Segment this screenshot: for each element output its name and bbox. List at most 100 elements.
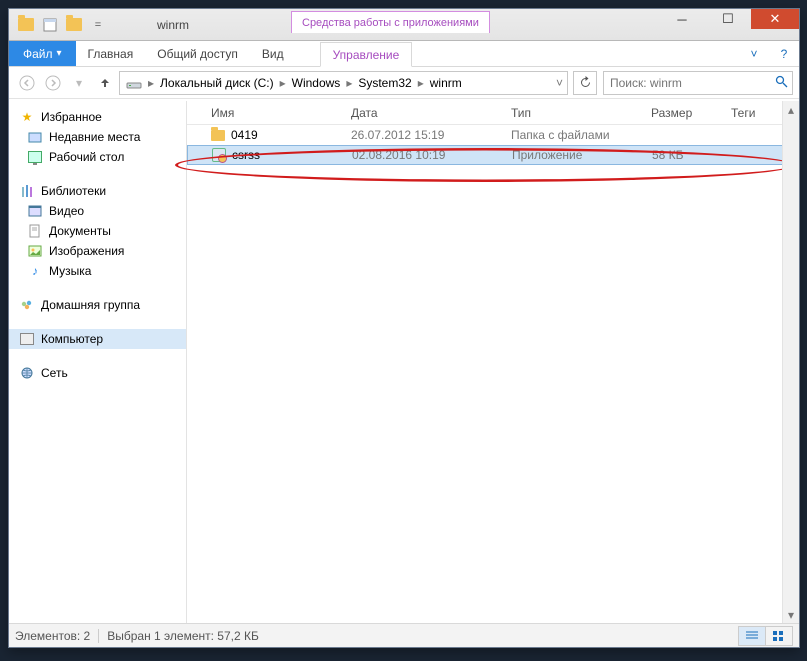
navigation-row: ▾ ▸ Локальный диск (C:) ▸ Windows ▸ Syst… bbox=[9, 67, 799, 99]
quick-access-toolbar: = bbox=[15, 14, 109, 36]
address-dropdown-icon[interactable]: ˅ bbox=[556, 76, 567, 90]
ribbon-expand-icon[interactable]: ˅ bbox=[739, 41, 769, 66]
qat-folder-icon[interactable] bbox=[15, 14, 37, 36]
forward-button[interactable] bbox=[41, 71, 65, 95]
file-row-selected[interactable]: csrss 02.08.2016 10:19 Приложение 58 КБ bbox=[187, 145, 799, 165]
file-type: Приложение bbox=[512, 148, 652, 162]
refresh-button[interactable] bbox=[573, 71, 597, 95]
sidebar-item-label: Изображения bbox=[49, 244, 124, 258]
sidebar-homegroup[interactable]: Домашняя группа bbox=[9, 295, 186, 315]
maximize-button[interactable]: ☐ bbox=[705, 9, 751, 29]
tab-home[interactable]: Главная bbox=[76, 41, 146, 66]
col-type[interactable]: Тип bbox=[511, 106, 651, 120]
file-date: 02.08.2016 10:19 bbox=[352, 148, 512, 162]
file-tab-label: Файл bbox=[23, 47, 53, 61]
sidebar-item-label: Видео bbox=[49, 204, 84, 218]
drive-icon bbox=[122, 72, 146, 94]
breadcrumb-segment[interactable]: System32 bbox=[354, 72, 415, 94]
status-bar: Элементов: 2 Выбран 1 элемент: 57,2 КБ bbox=[9, 623, 799, 647]
file-size: 58 КБ bbox=[652, 148, 732, 162]
homegroup-icon bbox=[19, 298, 35, 312]
breadcrumb-segment[interactable]: winrm bbox=[426, 72, 466, 94]
chevron-right-icon: ▸ bbox=[278, 76, 288, 90]
explorer-window: = winrm Средства работы с приложениями ─… bbox=[8, 8, 800, 648]
chevron-right-icon: ▸ bbox=[344, 76, 354, 90]
sidebar-label: Компьютер bbox=[41, 332, 103, 346]
chevron-right-icon: ▸ bbox=[416, 76, 426, 90]
qat-dropdown-icon[interactable]: = bbox=[87, 14, 109, 36]
view-icons-button[interactable] bbox=[765, 626, 793, 646]
qat-properties-icon[interactable] bbox=[39, 14, 61, 36]
sidebar-favorites-header[interactable]: ★ Избранное bbox=[9, 107, 186, 127]
col-date[interactable]: Дата bbox=[351, 106, 511, 120]
vertical-scrollbar[interactable]: ▴ ▾ bbox=[782, 101, 799, 623]
libraries-icon bbox=[19, 184, 35, 198]
pictures-icon bbox=[27, 244, 43, 258]
up-button[interactable] bbox=[93, 71, 117, 95]
file-row[interactable]: 0419 26.07.2012 15:19 Папка с файлами bbox=[187, 125, 799, 145]
file-type: Папка с файлами bbox=[511, 128, 651, 142]
video-icon bbox=[27, 204, 43, 218]
sidebar-item-label: Недавние места bbox=[49, 130, 140, 144]
file-rows: 0419 26.07.2012 15:19 Папка с файлами cs… bbox=[187, 125, 799, 165]
minimize-button[interactable]: ─ bbox=[659, 9, 705, 29]
file-name: csrss bbox=[232, 148, 260, 162]
titlebar: = winrm Средства работы с приложениями ─… bbox=[9, 9, 799, 41]
search-icon[interactable] bbox=[775, 75, 788, 91]
file-name: 0419 bbox=[231, 128, 258, 142]
tab-view[interactable]: Вид bbox=[250, 41, 296, 66]
sidebar-network[interactable]: Сеть bbox=[9, 363, 186, 383]
documents-icon bbox=[27, 224, 43, 238]
search-box[interactable] bbox=[603, 71, 793, 95]
status-count-label: Элементов: bbox=[15, 629, 80, 643]
star-icon: ★ bbox=[19, 110, 35, 124]
scroll-up-icon[interactable]: ▴ bbox=[783, 101, 799, 118]
sidebar-item-label: Рабочий стол bbox=[49, 150, 124, 164]
close-button[interactable]: ✕ bbox=[751, 9, 799, 29]
column-headers: Имя Дата Тип Размер Теги bbox=[187, 101, 799, 125]
sidebar-item-label: Музыка bbox=[49, 264, 91, 278]
scroll-down-icon[interactable]: ▾ bbox=[783, 606, 799, 623]
application-icon bbox=[212, 148, 226, 162]
desktop-icon bbox=[27, 150, 43, 164]
chevron-right-icon: ▸ bbox=[146, 76, 156, 90]
sidebar-item-pictures[interactable]: Изображения bbox=[9, 241, 186, 261]
back-button[interactable] bbox=[15, 71, 39, 95]
music-icon: ♪ bbox=[27, 264, 43, 278]
col-name[interactable]: Имя bbox=[211, 106, 351, 120]
status-divider bbox=[98, 629, 99, 643]
sidebar-label: Избранное bbox=[41, 110, 102, 124]
address-bar[interactable]: ▸ Локальный диск (C:) ▸ Windows ▸ System… bbox=[119, 71, 568, 95]
sidebar-item-recent[interactable]: Недавние места bbox=[9, 127, 186, 147]
network-icon bbox=[19, 366, 35, 380]
breadcrumb-segment[interactable]: Windows bbox=[288, 72, 345, 94]
computer-icon bbox=[19, 332, 35, 346]
sidebar-item-music[interactable]: ♪ Музыка bbox=[9, 261, 186, 281]
folder-icon bbox=[211, 130, 225, 141]
breadcrumb-segment[interactable]: Локальный диск (C:) bbox=[156, 72, 278, 94]
sidebar-item-desktop[interactable]: Рабочий стол bbox=[9, 147, 186, 167]
navigation-pane: ★ Избранное Недавние места Рабочий стол … bbox=[9, 101, 187, 623]
view-details-button[interactable] bbox=[738, 626, 766, 646]
tab-manage[interactable]: Управление bbox=[320, 42, 413, 67]
col-size[interactable]: Размер bbox=[651, 106, 731, 120]
sidebar-item-videos[interactable]: Видео bbox=[9, 201, 186, 221]
file-pane: Имя Дата Тип Размер Теги 0419 26.07.2012… bbox=[187, 101, 799, 623]
sidebar-label: Библиотеки bbox=[41, 184, 106, 198]
chevron-down-icon: ▾ bbox=[57, 48, 62, 59]
search-input[interactable] bbox=[608, 75, 775, 91]
sidebar-label: Сеть bbox=[41, 366, 68, 380]
tab-share[interactable]: Общий доступ bbox=[145, 41, 250, 66]
status-selection: Выбран 1 элемент: 57,2 КБ bbox=[107, 629, 259, 643]
sidebar-label: Домашняя группа bbox=[41, 298, 140, 312]
sidebar-item-documents[interactable]: Документы bbox=[9, 221, 186, 241]
title-text: winrm bbox=[157, 9, 189, 41]
qat-newfolder-icon[interactable] bbox=[63, 14, 85, 36]
ribbon-context-title: Средства работы с приложениями bbox=[291, 11, 490, 33]
status-count: 2 bbox=[84, 629, 91, 643]
help-icon[interactable]: ? bbox=[769, 41, 799, 66]
sidebar-libraries-header[interactable]: Библиотеки bbox=[9, 181, 186, 201]
sidebar-computer[interactable]: Компьютер bbox=[9, 329, 186, 349]
recent-dropdown-icon[interactable]: ▾ bbox=[67, 71, 91, 95]
file-tab[interactable]: Файл ▾ bbox=[9, 41, 76, 66]
